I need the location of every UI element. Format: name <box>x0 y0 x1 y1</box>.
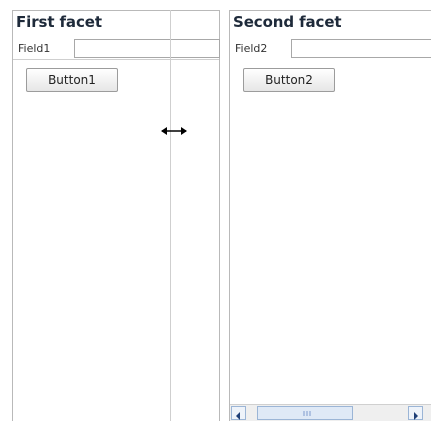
chevron-left-icon <box>236 412 240 420</box>
button1[interactable]: Button1 <box>26 68 118 92</box>
first-facet-divider <box>13 59 219 60</box>
field2-input[interactable] <box>291 39 431 58</box>
scroll-left-button[interactable] <box>231 406 246 420</box>
second-facet-panel: Second facet Field2 Button2 <box>229 10 431 421</box>
resize-horizontal-icon <box>161 127 187 135</box>
chevron-right-icon <box>414 412 418 420</box>
button2[interactable]: Button2 <box>243 68 335 92</box>
first-facet-panel: First facet Field1 Button1 <box>12 10 220 421</box>
scroll-right-button[interactable] <box>408 406 423 420</box>
facet-splitter[interactable] <box>170 10 171 421</box>
horizontal-scrollbar[interactable] <box>230 404 431 421</box>
field1-input[interactable] <box>74 39 220 58</box>
field1-label: Field1 <box>18 42 51 55</box>
scrollbar-thumb[interactable] <box>257 406 353 420</box>
first-facet-title: First facet <box>16 13 102 31</box>
second-facet-title: Second facet <box>233 13 342 31</box>
field2-label: Field2 <box>235 42 268 55</box>
grip-icon <box>303 411 311 416</box>
